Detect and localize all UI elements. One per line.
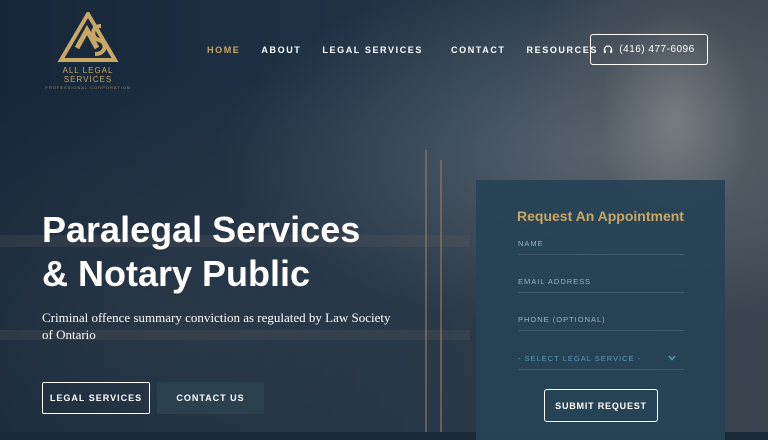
- hero-subtitle: Criminal offence summary conviction as r…: [42, 310, 391, 342]
- hero-title: Paralegal Services & Notary Public: [42, 208, 442, 296]
- email-field[interactable]: EMAIL ADDRESS: [518, 270, 684, 293]
- phone-placeholder: PHONE (OPTIONAL): [518, 314, 606, 324]
- headset-icon: [604, 44, 613, 53]
- hero-title-line1: Paralegal Services: [42, 209, 361, 250]
- logo-mark-icon: [57, 12, 119, 62]
- name-placeholder: NAME: [518, 238, 544, 248]
- phone-number: (416) 477-6096: [619, 44, 695, 55]
- legal-services-button[interactable]: LEGAL SERVICES: [42, 382, 150, 414]
- contact-us-button[interactable]: CONTACT US: [157, 382, 264, 414]
- phone-button[interactable]: (416) 477-6096: [590, 34, 708, 65]
- scale-chain: [440, 160, 442, 432]
- hero-title-line2: & Notary Public: [42, 253, 311, 294]
- legal-service-select-value: - SELECT LEGAL SERVICE -: [518, 353, 642, 363]
- main-nav: HOME ABOUT LEGAL SERVICES CONTACT RESOUR…: [207, 45, 619, 55]
- nav-home[interactable]: HOME: [207, 45, 240, 55]
- site-logo[interactable]: ALL LEGAL SERVICES PROFESSIONAL CORPORAT…: [38, 12, 138, 90]
- nav-legal-services[interactable]: LEGAL SERVICES: [322, 45, 423, 55]
- nav-about[interactable]: ABOUT: [261, 45, 301, 55]
- chevron-down-icon: [668, 355, 676, 361]
- phone-field[interactable]: PHONE (OPTIONAL): [518, 308, 684, 331]
- nav-contact[interactable]: CONTACT: [451, 45, 506, 55]
- submit-request-button[interactable]: SUBMIT REQUEST: [544, 389, 658, 422]
- email-placeholder: EMAIL ADDRESS: [518, 276, 592, 286]
- brand-name: ALL LEGAL SERVICES: [62, 66, 114, 84]
- name-field[interactable]: NAME: [518, 232, 684, 255]
- brand-subtitle: PROFESSIONAL CORPORATION: [45, 85, 131, 90]
- form-title: Request An Appointment: [517, 208, 684, 224]
- legal-service-select[interactable]: - SELECT LEGAL SERVICE -: [518, 347, 684, 370]
- appointment-form: Request An Appointment NAME EMAIL ADDRES…: [476, 180, 725, 440]
- nav-resources[interactable]: RESOURCES: [527, 45, 598, 55]
